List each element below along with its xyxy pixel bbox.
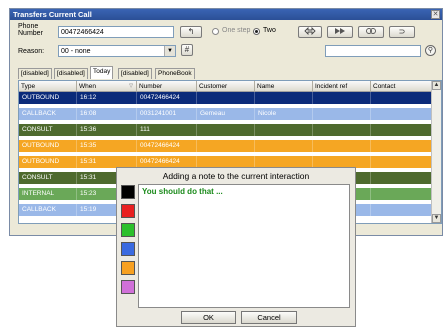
chevron-down-icon[interactable]: ▼: [164, 46, 175, 56]
sort-icon: ▽: [129, 83, 133, 89]
vertical-scrollbar[interactable]: ▲ ▼: [431, 81, 441, 223]
color-swatch[interactable]: [121, 185, 135, 199]
phone-number-label: Phone Number: [18, 23, 43, 37]
table-cell-customer: [197, 140, 255, 152]
two-step-label: Two: [263, 27, 276, 34]
tab-phonebook[interactable]: PhoneBook: [155, 68, 195, 79]
conference-icon: [366, 28, 376, 34]
column-header-incident-ref[interactable]: Incident ref: [313, 81, 371, 92]
table-cell-customer: [197, 92, 255, 104]
table-cell-type: CALLBACK: [19, 204, 77, 216]
transfer-icon: [304, 26, 316, 36]
table-cell-contact: [371, 124, 433, 136]
column-header-when[interactable]: When ▽: [77, 81, 137, 92]
tab-today[interactable]: Today: [90, 66, 114, 79]
table-cell-number: 00472466424: [137, 140, 197, 152]
table-cell-when: 15:36: [77, 124, 137, 136]
radio-dot: [255, 30, 258, 33]
table-cell-number: 111: [137, 124, 197, 136]
table-cell-incident-ref: [313, 140, 371, 152]
tab-disabled-2[interactable]: [disabled]: [54, 68, 88, 79]
table-cell-when: 15:35: [77, 140, 137, 152]
hash-icon: #: [184, 45, 190, 54]
color-swatch[interactable]: [121, 280, 135, 294]
table-cell-name: [255, 140, 313, 152]
table-cell-name: Nicole: [255, 108, 313, 120]
column-header-customer[interactable]: Customer: [197, 81, 255, 92]
retrieve-button[interactable]: ⊃: [389, 26, 415, 38]
color-swatch[interactable]: [121, 242, 135, 256]
scroll-up-icon[interactable]: ▲: [432, 81, 441, 90]
table-cell-when: 16:12: [77, 92, 137, 104]
table-cell-incident-ref: [313, 108, 371, 120]
table-cell-incident-ref: [313, 124, 371, 136]
table-cell-contact: [371, 188, 433, 200]
table-cell-contact: [371, 204, 433, 216]
column-header-contact[interactable]: Contact: [371, 81, 433, 92]
search-icon[interactable]: ⚲: [425, 45, 436, 56]
table-row[interactable]: CALLBACK 16:08 0031241001 Gemeau Nicole: [19, 108, 433, 120]
redial-icon: ↰: [187, 27, 195, 36]
table-cell-type: CONSULT: [19, 172, 77, 184]
table-cell-customer: [197, 124, 255, 136]
one-step-label: One step: [222, 27, 251, 34]
table-cell-when: 16:08: [77, 108, 137, 120]
redial-button[interactable]: ↰: [180, 26, 202, 38]
tab-disabled-3[interactable]: [disabled]: [118, 68, 152, 79]
fast-forward-button[interactable]: [327, 26, 353, 38]
close-icon[interactable]: ✕: [431, 10, 440, 19]
note-textarea[interactable]: You should do that ...: [138, 184, 350, 308]
column-header-number[interactable]: Number: [137, 81, 197, 92]
table-row[interactable]: OUTBOUND 15:35 00472466424: [19, 140, 433, 152]
color-swatch[interactable]: [121, 223, 135, 237]
reason-label: Reason:: [18, 48, 45, 55]
table-cell-type: OUTBOUND: [19, 92, 77, 104]
table-cell-type: CALLBACK: [19, 108, 77, 120]
reason-select[interactable]: 00 - none ▼: [58, 45, 176, 57]
window-title: Transfers Current Call: [10, 9, 442, 20]
table-cell-type: OUTBOUND: [19, 156, 77, 168]
cancel-button[interactable]: Cancel: [241, 311, 297, 324]
reason-value: 00 - none: [61, 48, 91, 55]
color-swatch[interactable]: [121, 204, 135, 218]
column-header-type[interactable]: Type: [19, 81, 77, 92]
table-cell-contact: [371, 156, 433, 168]
dialog-title: Adding a note to the current interaction: [162, 171, 310, 181]
table-row[interactable]: OUTBOUND 16:12 00472466424: [19, 92, 433, 104]
transfer-button[interactable]: [298, 26, 322, 38]
table-cell-name: [255, 124, 313, 136]
table-cell-name: [255, 92, 313, 104]
scroll-down-icon[interactable]: ▼: [432, 214, 441, 223]
table-row[interactable]: CONSULT 15:36 111: [19, 124, 433, 136]
table-cell-contact: [371, 92, 433, 104]
table-cell-type: CONSULT: [19, 124, 77, 136]
search-input[interactable]: [325, 45, 421, 57]
conference-button[interactable]: [358, 26, 384, 38]
table-cell-number: 0031241001: [137, 108, 197, 120]
phone-number-input[interactable]: 00472466424: [58, 26, 174, 38]
one-step-radio[interactable]: [212, 28, 219, 35]
table-cell-incident-ref: [313, 92, 371, 104]
table-cell-contact: [371, 172, 433, 184]
note-dialog: Adding a note to the current interaction…: [116, 167, 356, 327]
table-cell-number: 00472466424: [137, 92, 197, 104]
fast-forward-icon: [335, 28, 345, 34]
table-cell-type: OUTBOUND: [19, 140, 77, 152]
retrieve-icon: ⊃: [398, 27, 406, 36]
table-cell-customer: Gemeau: [197, 108, 255, 120]
column-header-name[interactable]: Name: [255, 81, 313, 92]
table-cell-type: INTERNAL: [19, 188, 77, 200]
tab-disabled-1[interactable]: [disabled]: [18, 68, 52, 79]
table-cell-contact: [371, 108, 433, 120]
table-cell-contact: [371, 140, 433, 152]
color-swatch[interactable]: [121, 261, 135, 275]
two-step-radio[interactable]: [253, 28, 260, 35]
hash-button[interactable]: #: [181, 44, 193, 56]
ok-button[interactable]: OK: [181, 311, 236, 324]
